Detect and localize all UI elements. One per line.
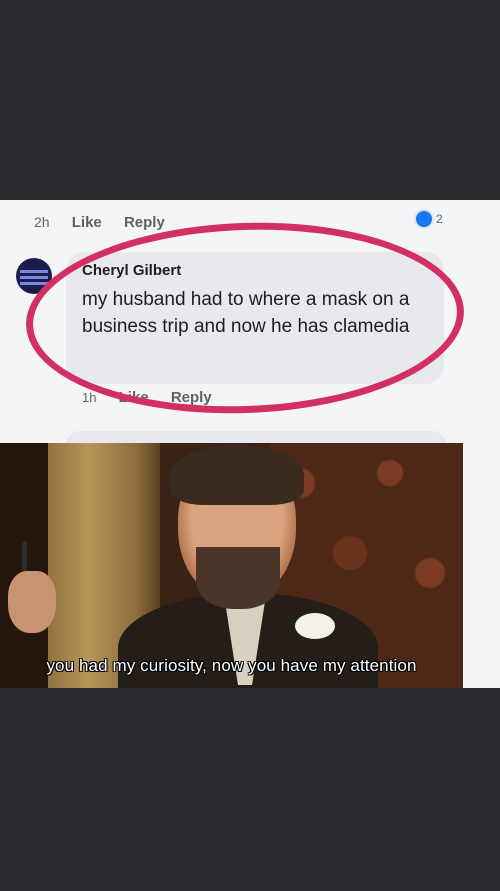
previous-comment-actions: 2h Like Reply bbox=[34, 214, 183, 231]
man-beard bbox=[196, 547, 280, 609]
meme-image: you had my curiosity, now you have my at… bbox=[0, 443, 463, 688]
reaction-summary[interactable]: 2 bbox=[414, 209, 443, 229]
bottom-dark-band bbox=[0, 688, 500, 891]
reaction-count: 2 bbox=[436, 212, 443, 226]
previous-comment-time: 2h bbox=[34, 214, 50, 230]
man-hand bbox=[8, 571, 56, 633]
man-hair bbox=[170, 445, 304, 505]
meme-caption: you had my curiosity, now you have my at… bbox=[46, 656, 417, 675]
previous-reply-link[interactable]: Reply bbox=[124, 214, 165, 231]
next-comment-bubble bbox=[66, 431, 446, 443]
like-reaction-icon bbox=[414, 209, 434, 229]
comment-time: 1h bbox=[82, 390, 97, 405]
boutonniere bbox=[295, 613, 335, 639]
top-dark-band bbox=[0, 0, 500, 200]
previous-like-link[interactable]: Like bbox=[72, 214, 102, 231]
